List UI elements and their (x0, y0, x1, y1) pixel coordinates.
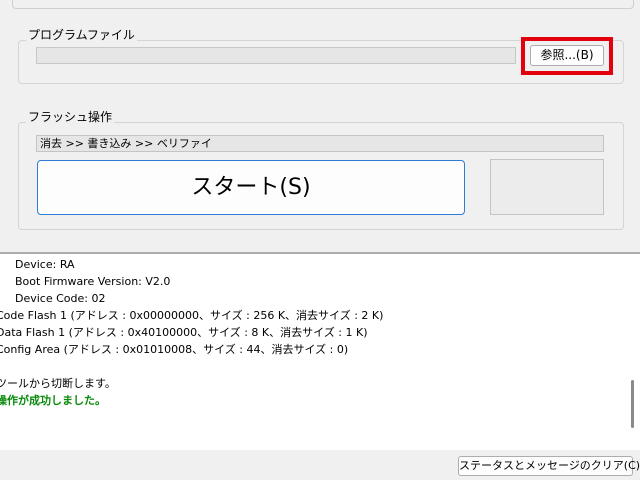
log-line: Config Area (アドレス : 0x01010008、サイズ : 44、… (0, 343, 349, 356)
log-line: Device Code: 02 (15, 292, 106, 305)
log-line: ツールから切断します。 (0, 377, 116, 390)
log-line: Boot Firmware Version: V2.0 (15, 275, 171, 288)
log-success-message: 操作が成功しました。 (0, 394, 106, 407)
log-output-area[interactable]: Device: RA Boot Firmware Version: V2.0 D… (0, 254, 640, 450)
clear-status-button[interactable]: ステータスとメッセージのクリア(C) (458, 456, 640, 476)
operation-sequence-display: 消去 >> 書き込み >> ベリファイ (36, 135, 604, 152)
start-button[interactable]: スタート(S) (37, 160, 465, 215)
log-scrollbar-thumb[interactable] (631, 380, 634, 428)
status-indicator-box (490, 159, 604, 215)
log-line: Device: RA (15, 258, 75, 271)
flash-operation-label: フラッシュ操作 (26, 108, 115, 125)
log-line: Data Flash 1 (アドレス : 0x40100000、サイズ : 8 … (0, 326, 368, 339)
log-line: Code Flash 1 (アドレス : 0x00000000、サイズ : 25… (0, 309, 384, 322)
browse-button[interactable]: 参照...(B) (530, 45, 604, 66)
program-file-path-field[interactable] (36, 47, 516, 64)
program-file-label: プログラムファイル (26, 26, 137, 43)
clipped-group-box (12, 0, 634, 9)
